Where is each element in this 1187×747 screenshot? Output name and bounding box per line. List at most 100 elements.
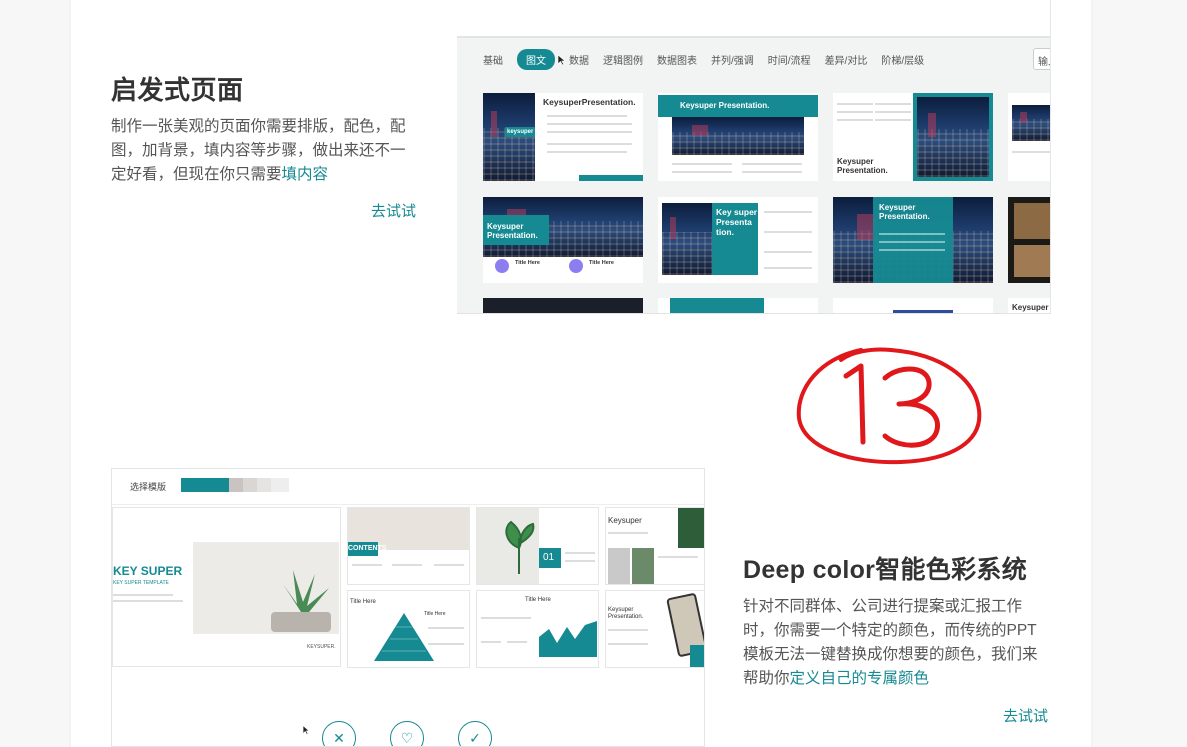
text-line — [672, 171, 732, 173]
pin-icon — [495, 259, 509, 273]
thumb-accent — [893, 310, 953, 313]
text-line — [113, 600, 183, 602]
color-swatch[interactable] — [243, 478, 257, 492]
mini-slide-keysuper[interactable]: Keysuper — [605, 507, 704, 585]
check-icon: ✓ — [469, 729, 481, 746]
chart-icon — [569, 259, 583, 273]
text-line — [434, 564, 464, 566]
template-thumb-8[interactable] — [1008, 197, 1050, 283]
text-line — [742, 163, 802, 165]
succulent-icon — [271, 570, 331, 632]
text-line — [547, 151, 627, 153]
reject-button[interactable]: ✕ — [322, 721, 356, 746]
template-thumb-12[interactable]: Keysuper — [1008, 298, 1050, 313]
thumb-accent — [690, 645, 704, 667]
text-line — [875, 119, 911, 121]
photo-image — [1014, 203, 1050, 239]
template-thumb-10[interactable] — [658, 298, 818, 313]
text-line — [764, 231, 812, 233]
mini-slide-area-chart[interactable]: Title Here — [476, 590, 599, 668]
text-line — [608, 532, 648, 534]
section1-title: 启发式页面 — [111, 75, 244, 105]
text-line — [764, 211, 812, 213]
try-button-2[interactable]: 去试试 — [1003, 705, 1048, 726]
tab-timeline[interactable]: 时间/流程 — [768, 52, 811, 67]
color-swatch[interactable] — [271, 478, 289, 492]
text-line — [547, 131, 632, 133]
tab-parallel[interactable]: 并列/强调 — [711, 52, 754, 67]
desc-line: 帮助你定义自己的专属颜色 — [743, 667, 1063, 691]
template-thumb-7[interactable]: Keysuper Presentation. — [833, 197, 993, 283]
template-thumb-9[interactable] — [483, 298, 643, 313]
desc-line: 制作一张美观的页面你需要排版，配色，配 — [111, 118, 406, 135]
text-line — [392, 564, 422, 566]
thumb-label: Title Here — [589, 260, 614, 266]
confirm-button[interactable]: ✓ — [458, 721, 492, 746]
template-thumb-3[interactable]: Keysuper Presentation. — [833, 93, 993, 181]
try-button-1[interactable]: 去试试 — [371, 200, 416, 221]
mini-slide-pyramid[interactable]: Title Here Title Here — [347, 590, 470, 668]
text-line — [352, 564, 382, 566]
desc-highlight: 定义自己的专属颜色 — [789, 670, 930, 687]
template-select-bar: 选择模版 — [112, 469, 704, 505]
template-thumb-6[interactable]: Key super Presenta tion. — [658, 197, 818, 283]
pyramid-chart — [374, 613, 434, 661]
tab-data[interactable]: 数据 — [569, 52, 589, 67]
slide-label: Title Here — [424, 611, 446, 617]
thumb-title: Key super Presenta tion. — [716, 207, 758, 237]
photo-image — [608, 548, 630, 584]
tab-image-text[interactable]: 图文 — [517, 48, 555, 70]
search-input[interactable]: 输入 — [1033, 48, 1050, 70]
annotation-circle-13 — [796, 347, 982, 465]
text-line — [547, 115, 627, 117]
text-line — [672, 163, 732, 165]
color-swatch[interactable] — [257, 478, 271, 492]
thumb-accent — [670, 298, 764, 313]
text-line — [879, 241, 945, 243]
photo-image — [1014, 245, 1050, 277]
template-thumb-2[interactable]: Keysuper Presentation. — [658, 93, 818, 181]
preview-topbar — [457, 0, 1050, 38]
template-thumb-5[interactable]: Keysuper Presentation. Title Here Title … — [483, 197, 643, 283]
keysuper-label: Keysuper — [608, 516, 642, 525]
cursor-icon — [302, 725, 310, 735]
text-line — [837, 103, 873, 105]
text-line — [565, 560, 595, 562]
text-line — [428, 627, 464, 629]
text-line — [879, 249, 945, 251]
photo-image — [632, 548, 654, 584]
city-image — [917, 97, 989, 177]
color-swatch[interactable] — [229, 478, 243, 492]
text-line — [879, 233, 945, 235]
text-line — [608, 629, 648, 631]
text-line — [481, 617, 531, 619]
heart-icon: ♡ — [400, 729, 414, 746]
template-thumb-11[interactable] — [833, 298, 993, 313]
city-image — [662, 203, 712, 275]
slide-title: KEY SUPER — [113, 564, 183, 578]
thumb-title: Keysuper Presentation. — [879, 203, 930, 221]
text-line — [565, 552, 595, 554]
tab-compare[interactable]: 差异/对比 — [825, 52, 868, 67]
tab-basic[interactable]: 基础 — [483, 52, 503, 67]
tab-hierarchy[interactable]: 阶梯/层级 — [881, 52, 924, 67]
template-thumb-4[interactable] — [1008, 93, 1050, 181]
number-label: 01 — [543, 552, 555, 563]
text-line — [837, 119, 873, 121]
color-swatch[interactable] — [181, 478, 229, 492]
slide-label: Title Here — [525, 597, 551, 603]
text-line — [1012, 151, 1050, 153]
favorite-button[interactable]: ♡ — [390, 721, 424, 746]
desc-line: 定好看，但现在你只需要填内容 — [111, 163, 431, 187]
city-image — [672, 117, 804, 155]
mini-slide-number[interactable]: 01 — [476, 507, 599, 585]
leaf-icon — [505, 520, 535, 574]
thumb-badge-text: keysuper — [507, 129, 534, 135]
tab-logic[interactable]: 逻辑图例 — [603, 52, 643, 67]
tab-charts[interactable]: 数据图表 — [657, 52, 697, 67]
mini-slide-phone[interactable]: Keysuper Presentation. — [605, 590, 704, 668]
mini-slide-contents[interactable]: CONTENTS — [347, 507, 470, 585]
text-line — [742, 171, 802, 173]
template-thumb-1[interactable]: keysuper KeysuperPresentation. — [483, 93, 643, 181]
leaf-image — [678, 508, 704, 548]
